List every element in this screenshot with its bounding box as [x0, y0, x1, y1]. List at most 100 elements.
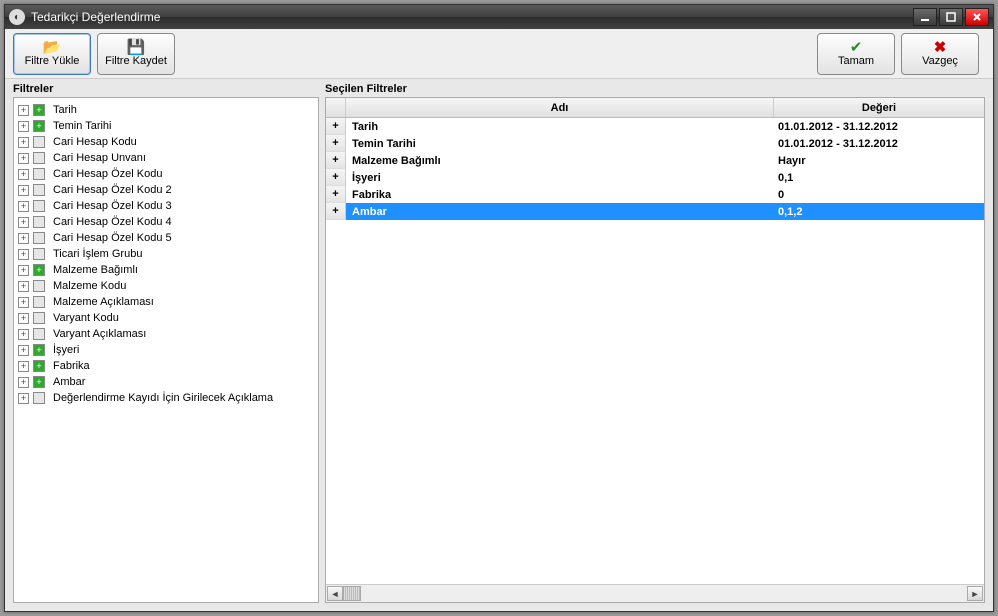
filter-inactive-icon[interactable] [33, 296, 45, 308]
grid-row[interactable]: +İşyeri0,1 [326, 169, 984, 186]
filter-tree-item[interactable]: ++Malzeme Bağımlı [16, 262, 316, 278]
tree-expander-icon[interactable]: + [18, 345, 29, 356]
grid-row-marker-icon[interactable]: + [326, 169, 346, 186]
scroll-right-button[interactable]: ► [967, 586, 983, 601]
filter-inactive-icon[interactable] [33, 136, 45, 148]
tree-expander-icon[interactable]: + [18, 297, 29, 308]
grid-header-name[interactable]: Adı [346, 98, 774, 117]
grid-cell-name: Fabrika [346, 189, 774, 201]
filter-active-icon[interactable]: + [33, 376, 45, 388]
filter-tree-item[interactable]: + Malzeme Kodu [16, 278, 316, 294]
tree-expander-icon[interactable]: + [18, 121, 29, 132]
filter-inactive-icon[interactable] [33, 216, 45, 228]
filter-active-icon[interactable]: + [33, 120, 45, 132]
scroll-left-button[interactable]: ◄ [327, 586, 343, 601]
tree-expander-icon[interactable]: + [18, 105, 29, 116]
filter-tree-label: Cari Hesap Kodu [53, 136, 137, 148]
filter-inactive-icon[interactable] [33, 152, 45, 164]
scroll-thumb[interactable] [343, 586, 361, 601]
filter-save-button[interactable]: 💾 Filtre Kaydet [97, 33, 175, 75]
filter-load-button[interactable]: 📂 Filtre Yükle [13, 33, 91, 75]
filter-inactive-icon[interactable] [33, 184, 45, 196]
filter-tree-item[interactable]: +Cari Hesap Özel Kodu 2 [16, 182, 316, 198]
tree-expander-icon[interactable]: + [18, 201, 29, 212]
filter-tree-label: Malzeme Kodu [53, 280, 126, 292]
filter-tree-item[interactable]: +Değerlendirme Kayıdı İçin Girilecek Açı… [16, 390, 316, 406]
filter-tree-item[interactable]: +Ticari İşlem Grubu [16, 246, 316, 262]
tree-expander-icon[interactable]: + [18, 393, 29, 404]
maximize-button[interactable] [939, 8, 963, 26]
grid-row[interactable]: +Fabrika0 [326, 186, 984, 203]
filter-inactive-icon[interactable] [33, 392, 45, 404]
selected-filters-panel: Seçilen Filtreler Adı Değeri +Tarih01.01… [325, 83, 985, 603]
grid-header-value[interactable]: Değeri [774, 98, 984, 117]
filter-tree-item[interactable]: ++Temin Tarihi [16, 118, 316, 134]
tree-expander-icon[interactable]: + [18, 249, 29, 260]
grid-row-marker-icon[interactable]: + [326, 118, 346, 135]
filter-tree-item[interactable]: +Malzeme Açıklaması [16, 294, 316, 310]
filter-tree-item[interactable]: ++Ambar [16, 374, 316, 390]
close-icon [972, 12, 982, 22]
save-icon: 💾 [127, 40, 146, 55]
tree-expander-icon[interactable]: + [18, 217, 29, 228]
close-button[interactable] [965, 8, 989, 26]
filters-panel-title: Filtreler [13, 83, 319, 95]
tree-expander-icon[interactable]: + [18, 361, 29, 372]
tree-expander-icon[interactable]: + [18, 153, 29, 164]
filter-inactive-icon[interactable] [33, 200, 45, 212]
filter-inactive-icon[interactable] [33, 232, 45, 244]
filter-tree-item[interactable]: +Varyant Açıklaması [16, 326, 316, 342]
tree-expander-icon[interactable]: + [18, 329, 29, 340]
tree-expander-icon[interactable]: + [18, 233, 29, 244]
grid-row-marker-icon[interactable]: + [326, 186, 346, 203]
filter-load-label: Filtre Yükle [25, 55, 80, 67]
filter-tree-item[interactable]: +Cari Hesap Özel Kodu 4 [16, 214, 316, 230]
filter-tree-label: Tarih [53, 104, 77, 116]
filter-tree-item[interactable]: +Varyant Kodu [16, 310, 316, 326]
filter-tree-item[interactable]: + Cari Hesap Kodu [16, 134, 316, 150]
grid-row[interactable]: +Tarih01.01.2012 - 31.12.2012 [326, 118, 984, 135]
tree-expander-icon[interactable]: + [18, 313, 29, 324]
filter-tree-item[interactable]: +Cari Hesap Özel Kodu [16, 166, 316, 182]
filter-tree-item[interactable]: +Cari Hesap Unvanı [16, 150, 316, 166]
grid-row-marker-icon[interactable]: + [326, 135, 346, 152]
grid-cell-name: Temin Tarihi [346, 138, 774, 150]
filter-tree-item[interactable]: +Cari Hesap Özel Kodu 5 [16, 230, 316, 246]
filter-inactive-icon[interactable] [33, 168, 45, 180]
grid-row-marker-icon[interactable]: + [326, 203, 346, 220]
tree-expander-icon[interactable]: + [18, 137, 29, 148]
filter-tree-item[interactable]: +Cari Hesap Özel Kodu 3 [16, 198, 316, 214]
grid-cell-value: Hayır [774, 155, 984, 167]
filter-active-icon[interactable]: + [33, 344, 45, 356]
filter-active-icon[interactable]: + [33, 360, 45, 372]
filters-panel: Filtreler ++Tarih++Temin Tarihi+Cari Hes… [13, 83, 319, 603]
filter-inactive-icon[interactable] [33, 280, 45, 292]
tree-expander-icon[interactable]: + [18, 377, 29, 388]
minimize-button[interactable] [913, 8, 937, 26]
grid-horizontal-scrollbar: ◄ ► [326, 584, 984, 602]
grid-row[interactable]: +Ambar0,1,2 [326, 203, 984, 220]
grid-row[interactable]: +Temin Tarihi01.01.2012 - 31.12.2012 [326, 135, 984, 152]
scroll-track[interactable] [361, 586, 967, 601]
grid-cell-name: Tarih [346, 121, 774, 133]
filter-tree-item[interactable]: + + İşyeri [16, 342, 316, 358]
window-title: Tedarikçi Değerlendirme [31, 10, 911, 24]
filter-tree-item[interactable]: ++Fabrika [16, 358, 316, 374]
cancel-button[interactable]: ✖ Vazgeç [901, 33, 979, 75]
filter-active-icon[interactable]: + [33, 104, 45, 116]
filter-tree-item[interactable]: + + Tarih [16, 102, 316, 118]
filter-inactive-icon[interactable] [33, 248, 45, 260]
grid-row-marker-icon[interactable]: + [326, 152, 346, 169]
tree-expander-icon[interactable]: + [18, 185, 29, 196]
grid-row[interactable]: +Malzeme BağımlıHayır [326, 152, 984, 169]
tree-expander-icon[interactable]: + [18, 281, 29, 292]
grid-cell-name: Malzeme Bağımlı [346, 155, 774, 167]
filter-inactive-icon[interactable] [33, 312, 45, 324]
filter-active-icon[interactable]: + [33, 264, 45, 276]
filter-tree-label: İşyeri [53, 344, 79, 356]
ok-button[interactable]: ✔ Tamam [817, 33, 895, 75]
filter-inactive-icon[interactable] [33, 328, 45, 340]
tree-expander-icon[interactable]: + [18, 169, 29, 180]
tree-expander-icon[interactable]: + [18, 265, 29, 276]
grid-cell-name: Ambar [346, 206, 774, 218]
